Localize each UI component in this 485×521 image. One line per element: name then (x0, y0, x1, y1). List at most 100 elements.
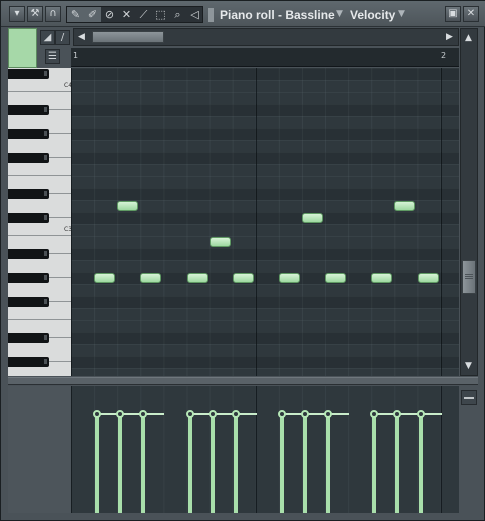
velocity-handle[interactable] (416, 410, 425, 418)
scroll-up-icon[interactable]: ▲ (465, 33, 472, 43)
note[interactable] (278, 273, 300, 283)
vertical-scroll-thumb[interactable] (462, 260, 476, 294)
delete-tool-button[interactable]: ⊘ (101, 7, 118, 22)
white-key-divider (8, 235, 71, 236)
white-key-divider (8, 319, 71, 320)
black-key[interactable] (8, 189, 49, 199)
mute-tool-button[interactable]: ✕ (118, 7, 135, 22)
velocity-handle[interactable] (139, 410, 148, 418)
slice-icon: ⟋ (139, 8, 148, 21)
black-key[interactable] (8, 69, 49, 79)
velocity-bar[interactable] (187, 414, 192, 513)
velocity-bar[interactable] (418, 414, 423, 513)
note[interactable] (140, 273, 162, 283)
paint-tool-button[interactable]: ✐ (84, 7, 101, 22)
title-dropdown-icon[interactable]: ▼ (336, 9, 343, 19)
title-bar[interactable]: ▾ ⚒ ∩ ✎ ✐ ⊘ ✕ ⟋ ⬚ ⌕ ◁ Piano roll - Bassl… (1, 1, 485, 27)
vertical-scrollbar[interactable]: ▲ ▼ (460, 28, 478, 376)
black-key-row (71, 296, 459, 308)
note[interactable] (117, 201, 139, 211)
velocity-handle[interactable] (185, 410, 194, 418)
black-key[interactable] (8, 297, 49, 307)
velocity-handle[interactable] (208, 410, 217, 418)
velocity-handle[interactable] (301, 410, 309, 418)
keyboard-view-button[interactable]: ☰ (45, 49, 60, 64)
velocity-bar[interactable] (372, 414, 377, 513)
velocity-handle[interactable] (393, 410, 402, 418)
velocity-bar[interactable] (210, 414, 215, 513)
zoom-icon: ⌕ (174, 8, 181, 21)
velocity-bar[interactable] (141, 414, 146, 513)
black-key[interactable] (8, 273, 49, 283)
note[interactable] (232, 273, 254, 283)
black-key[interactable] (8, 249, 49, 259)
black-key-row (71, 104, 459, 116)
note-grid[interactable] (71, 68, 459, 376)
note-color-swatch[interactable] (8, 28, 37, 68)
velocity-bar[interactable] (395, 414, 400, 513)
black-key-row (71, 188, 459, 200)
black-key-row (71, 212, 459, 224)
note[interactable] (325, 273, 347, 283)
slash-tool-button[interactable]: / (55, 30, 70, 45)
octave-label: C3 (64, 226, 71, 233)
timeline-ruler[interactable]: 1 2 (71, 48, 459, 67)
velocity-bar[interactable] (326, 414, 331, 513)
black-key[interactable] (8, 105, 49, 115)
piano-keyboard[interactable]: C4 C3 (8, 68, 71, 376)
close-icon: ✕ (466, 8, 476, 19)
window-menu-button[interactable]: ▾ (9, 6, 25, 22)
scroll-down-icon[interactable]: ▼ (465, 361, 472, 371)
black-key[interactable] (8, 153, 49, 163)
event-target-label[interactable]: Velocity (350, 8, 395, 22)
detach-button[interactable]: ▣ (445, 6, 461, 22)
velocity-bar[interactable] (95, 414, 100, 513)
brush-icon: ✐ (87, 8, 98, 21)
black-key[interactable] (8, 357, 49, 367)
select-tool-button[interactable]: ⬚ (152, 7, 169, 22)
note[interactable] (186, 273, 208, 283)
velocity-handle[interactable] (116, 410, 125, 418)
horizontal-scroll-thumb[interactable] (92, 31, 164, 43)
window-title[interactable]: Piano roll - Bassline (220, 8, 335, 22)
velocity-editor[interactable] (71, 386, 459, 513)
playback-tool-button[interactable]: ◁ (186, 7, 203, 22)
event-target-dropdown-icon[interactable]: ▼ (398, 9, 405, 19)
velocity-handle[interactable] (231, 410, 240, 418)
slice-tool-button[interactable]: ⟋ (135, 7, 152, 22)
velocity-bar[interactable] (303, 414, 307, 513)
velocity-bar[interactable] (118, 414, 123, 513)
scroll-right-icon[interactable]: ▶ (446, 32, 453, 42)
wrench-button[interactable]: ⚒ (27, 6, 43, 22)
black-key-row (71, 356, 459, 368)
note[interactable] (371, 273, 393, 283)
magnet-button[interactable]: ∩ (45, 6, 61, 22)
note[interactable] (302, 213, 324, 223)
velocity-handle[interactable] (277, 410, 286, 418)
title-grip[interactable] (208, 8, 214, 22)
velocity-handle[interactable] (370, 410, 379, 418)
close-button[interactable]: ✕ (463, 6, 479, 22)
bar-2-marker: 2 (441, 51, 447, 60)
black-key[interactable] (8, 213, 49, 223)
scroll-left-icon[interactable]: ◀ (78, 32, 85, 42)
event-editor-splitter[interactable] (8, 377, 478, 385)
velocity-handle[interactable] (93, 410, 102, 418)
mute-icon: ✕ (121, 8, 132, 21)
note[interactable] (394, 201, 416, 211)
zoom-tool-button[interactable]: ⌕ (169, 7, 186, 22)
note[interactable] (209, 237, 231, 247)
horizontal-scrollbar[interactable]: ◀ ▶ (73, 28, 459, 46)
black-key-row (71, 68, 459, 80)
note[interactable] (94, 273, 116, 283)
velocity-handle[interactable] (324, 410, 333, 418)
note[interactable] (417, 273, 439, 283)
event-menu-button[interactable] (461, 390, 477, 405)
draw-tool-button[interactable]: ✎ (67, 7, 84, 22)
delete-icon: ⊘ (104, 8, 115, 21)
velocity-bar[interactable] (233, 414, 238, 513)
triangle-tool-button[interactable]: ◢ (40, 30, 55, 45)
black-key[interactable] (8, 129, 49, 139)
velocity-bar[interactable] (279, 414, 284, 513)
black-key[interactable] (8, 333, 49, 343)
